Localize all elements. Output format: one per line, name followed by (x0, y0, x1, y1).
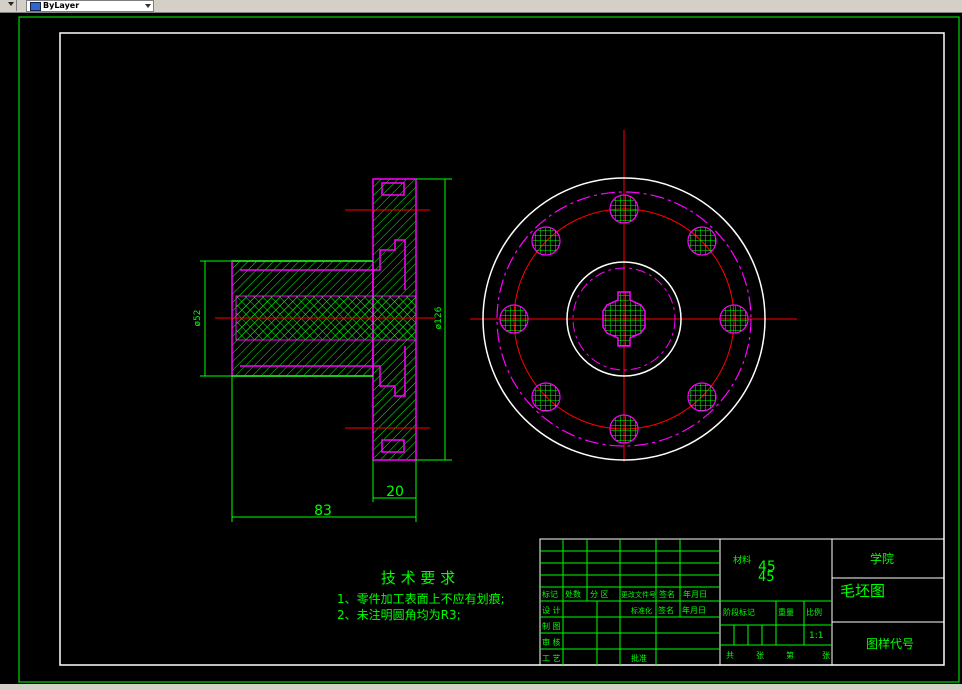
sheets-label-second: 张 (822, 651, 830, 660)
col-date: 年月日 (683, 589, 707, 599)
title-block-grid (540, 539, 832, 665)
col-zone: 分 区 (590, 590, 609, 599)
bolt-hole (687, 226, 717, 256)
col-sign: 签名 (659, 589, 675, 599)
spline-bore (602, 291, 646, 347)
col-mark: 标记 (542, 589, 558, 599)
layer-combo-value: ByLayer (43, 1, 80, 10)
sheets-label: 张 (756, 651, 764, 660)
row-draw: 制 图 (542, 621, 561, 631)
section-view (215, 178, 435, 461)
row-process: 工 艺 (542, 654, 561, 663)
material-value-second: 45 (758, 570, 775, 585)
drawing-canvas[interactable]: ø52 ø126 20 83 技 术 要 求 1、零件加工表面上不应有划痕; 2… (0, 12, 962, 684)
weight-label: 重量 (778, 607, 794, 617)
row-date: 年月日 (682, 605, 706, 615)
front-view (470, 130, 797, 462)
row-check: 审 核 (542, 637, 561, 647)
bolt-hole (499, 304, 529, 334)
drawing-code: 图样代号 (866, 636, 914, 651)
page-label: 第 (786, 650, 794, 660)
row-approve: 批准 (631, 653, 647, 663)
bolt-hole (719, 304, 749, 334)
row-standard: 标准化 (631, 606, 652, 615)
bolt-hole (609, 414, 639, 444)
row-sign: 签名 (658, 605, 674, 615)
tech-req-line1: 1、零件加工表面上不应有划痕; (337, 591, 505, 606)
bolt-hole (531, 226, 561, 256)
inner-frame (59, 32, 945, 666)
drawing-name: 毛坯图 (840, 582, 885, 600)
tech-req-line2: 2、未注明圆角均为R3; (337, 607, 461, 622)
total-label: 共 (726, 651, 734, 660)
dim-text-d126: ø126 (434, 306, 444, 329)
bolt-hole (687, 382, 717, 412)
ratio-label: 比例 (806, 607, 822, 617)
stage-mark: 阶段标记 (723, 607, 755, 617)
tech-req-title: 技 术 要 求 (381, 569, 455, 587)
material-label: 材料 (733, 554, 751, 566)
dim-text-20: 20 (386, 484, 404, 500)
scale-value: 1:1 (809, 631, 823, 641)
outer-frame (18, 16, 960, 683)
col-count: 处数 (565, 589, 581, 599)
school-name: 学院 (870, 551, 894, 566)
dim-text-83: 83 (314, 503, 332, 519)
dropdown-arrow-icon[interactable] (145, 4, 151, 8)
chevron-down-icon[interactable] (2, 0, 17, 11)
row-design: 设 计 (542, 605, 561, 615)
bolt-hole (609, 194, 639, 224)
col-doc: 更改文件号 (621, 590, 656, 599)
bolt-hole (531, 382, 561, 412)
status-bar (0, 684, 962, 690)
dim-text-d52: ø52 (193, 310, 203, 327)
layer-combo[interactable]: ByLayer (26, 0, 154, 12)
layer-icon (30, 2, 41, 11)
